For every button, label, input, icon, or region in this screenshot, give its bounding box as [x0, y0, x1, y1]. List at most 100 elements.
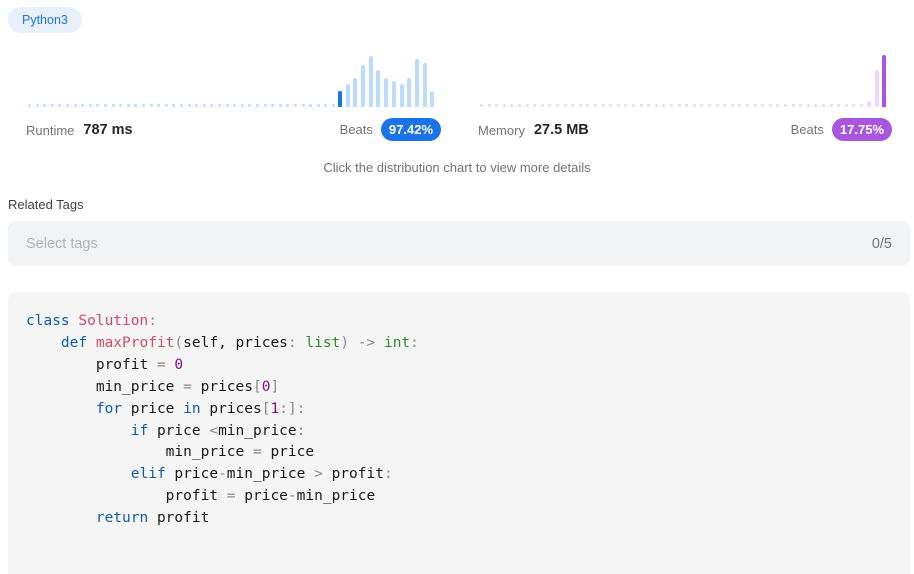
runtime-baseline-dot	[43, 104, 47, 107]
code-token: :	[296, 422, 306, 439]
code-token: return	[26, 510, 157, 527]
code-token: price	[244, 488, 288, 505]
code-token: profit	[26, 488, 227, 505]
runtime-baseline-dot	[81, 104, 85, 107]
code-token: min_price	[26, 378, 184, 395]
memory-baseline-dot	[784, 104, 787, 107]
memory-baseline-dot	[594, 104, 597, 107]
code-token: =	[226, 488, 245, 505]
memory-baseline-dot	[837, 104, 841, 107]
runtime-distribution-bar[interactable]	[361, 65, 365, 107]
code-token: maxProfit	[95, 334, 175, 351]
memory-value: 27.5 MB	[533, 122, 589, 138]
runtime-distribution-bar[interactable]	[345, 83, 350, 107]
code-token: elif	[26, 466, 175, 483]
runtime-baseline-dot	[73, 104, 77, 107]
memory-baseline-dot	[860, 104, 863, 107]
code-token: if	[26, 422, 157, 439]
runtime-baseline-dot	[126, 104, 130, 107]
code-editor[interactable]: class Solution: def maxProfit(self, pric…	[8, 292, 910, 574]
code-token: -	[218, 466, 227, 483]
code-token: :	[410, 334, 419, 351]
code-token: =	[252, 444, 271, 461]
memory-baseline-dot	[700, 104, 704, 107]
runtime-baseline-dot	[294, 104, 297, 107]
runtime-distribution-bar[interactable]	[353, 78, 358, 107]
memory-baseline-dot	[571, 104, 575, 107]
memory-baseline-dot	[510, 104, 514, 107]
code-token: =	[156, 356, 175, 373]
runtime-baseline-dot	[119, 104, 123, 107]
runtime-distribution-bar[interactable]	[399, 83, 404, 107]
runtime-beats: Beats 97.42%	[340, 117, 441, 141]
code-token: =	[183, 378, 201, 395]
memory-distribution-bar[interactable]	[866, 100, 871, 107]
runtime-distribution-bar[interactable]	[422, 62, 427, 107]
code-token: class	[26, 313, 79, 329]
runtime-baseline-dot	[88, 104, 92, 107]
memory-baseline-dot	[540, 104, 544, 107]
runtime-value: 787 ms	[83, 122, 133, 138]
memory-distribution-chart[interactable]	[480, 55, 890, 107]
runtime-stat: Runtime 787 ms	[26, 118, 133, 142]
runtime-distribution-bar[interactable]	[391, 81, 396, 107]
runtime-beats-label: Beats	[339, 121, 373, 137]
memory-beats-badge: 17.75%	[831, 117, 892, 141]
memory-baseline-dot	[844, 104, 848, 107]
runtime-baseline-dot	[286, 104, 290, 107]
runtime-baseline-dot	[225, 104, 229, 107]
runtime-baseline-dot	[149, 104, 153, 107]
memory-baseline-dot	[624, 104, 628, 107]
runtime-distribution-bar[interactable]	[414, 59, 419, 107]
runtime-baseline-dot	[240, 104, 244, 107]
runtime-baseline-dot	[134, 104, 138, 107]
tags-select[interactable]: Select tags 0/5	[8, 221, 910, 266]
runtime-baseline-dot	[142, 104, 145, 107]
memory-baseline-dot	[761, 104, 765, 107]
code-line: profit = price-min_price	[26, 486, 892, 508]
runtime-baseline-dot	[111, 104, 115, 107]
code-lines: class Solution: def maxProfit(self, pric…	[26, 311, 892, 530]
code-token: (	[174, 334, 184, 351]
code-token: min_price	[26, 444, 253, 461]
code-line: min_price = prices[0]	[26, 377, 892, 399]
runtime-distribution-bar[interactable]	[337, 91, 342, 107]
code-line: profit = 0	[26, 355, 892, 377]
memory-baseline-dot	[662, 104, 666, 107]
memory-distribution-bar[interactable]	[882, 55, 887, 107]
code-token: self, prices	[183, 334, 288, 351]
code-line: for price in prices[1:]:	[26, 399, 892, 421]
runtime-distribution-bar[interactable]	[368, 56, 373, 107]
code-line: elif price-min_price > profit:	[26, 464, 892, 486]
code-token: :	[383, 466, 393, 483]
code-token: min_price	[296, 488, 376, 505]
runtime-baseline-dot	[332, 104, 335, 107]
memory-baseline-dot	[822, 104, 825, 107]
runtime-distribution-chart[interactable]	[28, 55, 438, 107]
code-token: for	[26, 400, 131, 417]
code-line: def maxProfit(self, prices: list) -> int…	[26, 333, 892, 355]
memory-baseline-dot	[616, 104, 620, 107]
code-token: int	[383, 334, 411, 351]
runtime-baseline-dot	[164, 104, 168, 107]
code-token: profit	[331, 466, 384, 483]
memory-baseline-dot	[715, 104, 719, 107]
code-token: price	[156, 422, 210, 439]
memory-distribution-bar[interactable]	[874, 69, 879, 107]
distribution-hint: Click the distribution chart to view mor…	[323, 160, 591, 175]
code-token: >	[314, 466, 332, 483]
runtime-distribution-bar[interactable]	[384, 78, 389, 107]
memory-beats: Beats 17.75%	[791, 117, 892, 141]
memory-baseline-dot	[480, 104, 483, 107]
memory-baseline-dot	[685, 104, 689, 107]
language-chip[interactable]: Python3	[8, 7, 82, 33]
code-token: prices	[209, 400, 262, 417]
runtime-distribution-bar[interactable]	[407, 78, 412, 107]
runtime-distribution-bar[interactable]	[376, 69, 381, 107]
runtime-distribution-bar[interactable]	[430, 91, 435, 107]
runtime-baseline-dot	[202, 104, 206, 107]
code-token: ) ->	[340, 334, 384, 351]
code-token: min_price	[226, 466, 315, 483]
runtime-baseline-dot	[263, 104, 267, 107]
code-token: price	[174, 466, 219, 483]
